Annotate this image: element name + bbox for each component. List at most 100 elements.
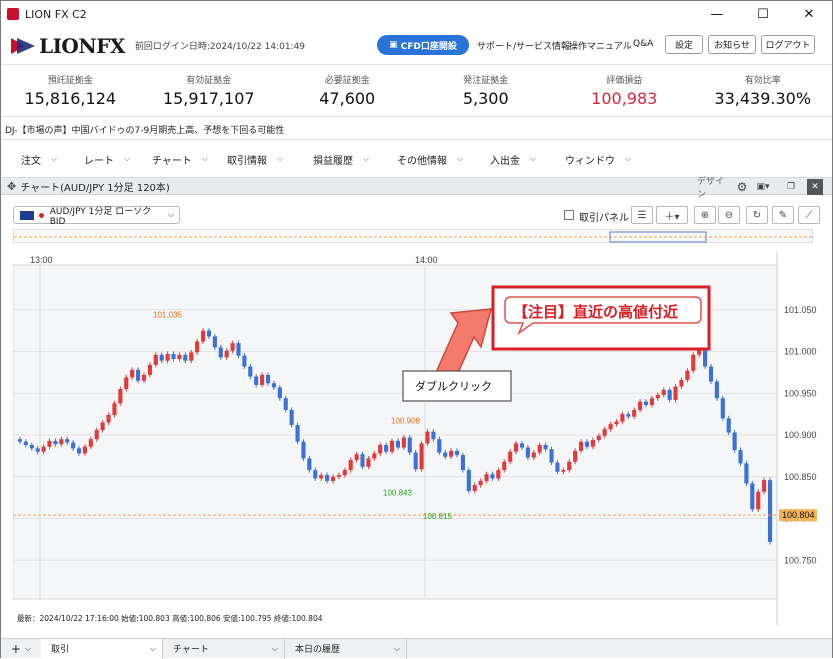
news-ticker[interactable]: DJ-【市場の声】中国バイドゥの7-9月期売上高、予想を下回る可能性 (1, 118, 832, 140)
callout-text: 【注目】直近の高値付近 (513, 303, 678, 321)
candle-body (519, 443, 525, 448)
menu-label: レート (84, 155, 114, 167)
candle-body (543, 445, 548, 450)
move-handle-icon[interactable]: ✥ (7, 180, 16, 193)
maximize-button[interactable]: ☐ (740, 1, 786, 27)
candle-body (53, 440, 58, 445)
summary-value: 33,439.30% (714, 89, 812, 108)
account-summary: 預託証拠金 15,816,124 有効証拠金 15,917,107 必要証拠金 … (1, 65, 832, 117)
chevron-down-icon: ⌵ (167, 210, 175, 219)
trend-icon[interactable]: ⟋ (798, 206, 820, 224)
candle-body (183, 354, 188, 361)
candle-body (319, 475, 324, 479)
candle-body (112, 403, 117, 415)
candle-body (496, 470, 501, 479)
price-tick-label: 101.000 (784, 347, 817, 357)
menu-trade-info[interactable]: 取引情報 ⌵ (227, 152, 313, 167)
candle-body (525, 447, 530, 458)
settings-button[interactable]: 設定 (665, 35, 703, 54)
candle-body (47, 440, 52, 447)
candle-body (454, 450, 460, 456)
candle-body (401, 437, 406, 448)
menu-label: チャート (152, 155, 192, 167)
restore-icon[interactable]: ❐ (783, 179, 799, 195)
logo-text: LIONFX (39, 33, 125, 58)
menu-window[interactable]: ウィンドウ ⌵ (565, 152, 645, 167)
tab-today-history[interactable]: 本日の履歴 ⌵ (285, 638, 407, 659)
close-panel-icon[interactable]: ✕ (807, 179, 823, 195)
candle-body (449, 450, 454, 457)
chevron-down-icon: ⌵ (393, 643, 400, 653)
notices-button[interactable]: お知らせ (708, 35, 756, 54)
menu-other-info[interactable]: その他情報 ⌵ (397, 152, 490, 167)
candle-body (260, 374, 265, 385)
lion-logo-icon (11, 37, 35, 54)
candle-body (94, 429, 99, 440)
chart-svg[interactable]: 13:00 14:00 101.050 101.000 100.950 100.900 10… (12, 251, 821, 625)
menu-rate[interactable]: レート ⌵ (84, 152, 152, 167)
candle-body (691, 354, 696, 371)
candle-body (336, 475, 341, 477)
candle-body (342, 470, 347, 476)
summary-label: 預託証拠金 (47, 76, 93, 86)
candle-body (277, 387, 282, 399)
window-menu-icon[interactable]: ▣▾ (754, 179, 772, 195)
candle-body (271, 383, 276, 388)
candle-body (561, 470, 566, 472)
candlestick-chart[interactable]: 13:00 14:00 101.050 101.000 100.950 100.900 10… (12, 251, 821, 625)
symbol-select[interactable]: AUD/JPY 1分足 ローソク BID ⌵ (13, 206, 180, 227)
support-link[interactable]: サポート/サービス情報 (477, 39, 570, 52)
menu-chart[interactable]: チャート ⌵ (152, 152, 227, 167)
qa-link[interactable]: Q&A (633, 39, 653, 49)
candle-body (537, 445, 542, 453)
candle-body (283, 398, 288, 410)
close-window-button[interactable]: ✕ (786, 1, 832, 27)
menu-pl-history[interactable]: 損益履歴 ⌵ (313, 152, 397, 167)
summary-deposit: 預託証拠金 15,816,124 (1, 65, 140, 116)
manual-link[interactable]: 操作マニュアル (569, 39, 632, 52)
candle-body (366, 458, 371, 467)
time-tick-label: 13:00 (30, 255, 53, 265)
highlow-label: 100.815 (423, 512, 452, 521)
zoom-out-icon[interactable]: ⊖ (718, 206, 740, 224)
minimize-button[interactable]: — (694, 1, 740, 27)
menu-order[interactable]: 注文 ⌵ (21, 152, 84, 167)
candle-body (130, 369, 135, 378)
tab-chart[interactable]: チャート ⌵ (163, 638, 285, 659)
chart-overview-strip[interactable] (13, 229, 814, 243)
summary-order-margin: 発注証拠金 5,300 (417, 65, 556, 116)
candle-body (437, 439, 442, 453)
candle-body (714, 381, 719, 399)
candle-body (679, 379, 684, 387)
cfd-account-button[interactable]: ▣ CFD口座開設 (377, 35, 469, 55)
candle-body (106, 414, 111, 423)
chevron-down-icon: ⌵ (51, 154, 58, 163)
candle-body (82, 446, 87, 454)
highlow-label: 100.843 (383, 489, 412, 498)
candle-body (71, 442, 76, 449)
refresh-icon[interactable]: ↻ (746, 206, 768, 224)
main-menu: 注文 ⌵ レート ⌵ チャート ⌵ 取引情報 ⌵ 損益履歴 ⌵ その他情報 ⌵ 入出金 ⌵ ウ… (1, 146, 832, 172)
summary-label: 発注証拠金 (463, 76, 509, 86)
title-bar: LION FX C2 — ☐ ✕ (1, 1, 832, 27)
menu-deposit[interactable]: 入出金 ⌵ (490, 152, 565, 167)
trading-panel-checkbox[interactable] (564, 210, 574, 220)
candle-body (136, 369, 141, 381)
tab-trade[interactable]: 取引 ⌵ (41, 638, 163, 659)
pen-icon[interactable]: ✎ (772, 206, 794, 224)
add-tab-icon[interactable]: + ⌵ (1, 642, 41, 656)
candle-body (744, 463, 749, 484)
app-window: LION FX C2 — ☐ ✕ LIONFX 前回ログイン日時:2024/10… (0, 0, 833, 659)
indicator-icon[interactable]: ☰ (631, 206, 653, 224)
candle-body (531, 452, 536, 458)
add-drawing-button[interactable]: ＋▾ (656, 206, 688, 224)
summary-value: 15,917,107 (162, 89, 255, 108)
zoom-in-icon[interactable]: ⊕ (694, 206, 716, 224)
symbol-select-label: AUD/JPY 1分足 ローソク BID (49, 206, 152, 227)
time-tick-label: 14:00 (415, 255, 438, 265)
logout-button[interactable]: ログアウト (761, 35, 815, 54)
gear-icon[interactable]: ⚙ (734, 179, 750, 195)
status-dot-icon (38, 212, 44, 218)
menu-label: ウィンドウ (565, 155, 615, 167)
design-link[interactable]: デザイン (697, 177, 731, 200)
